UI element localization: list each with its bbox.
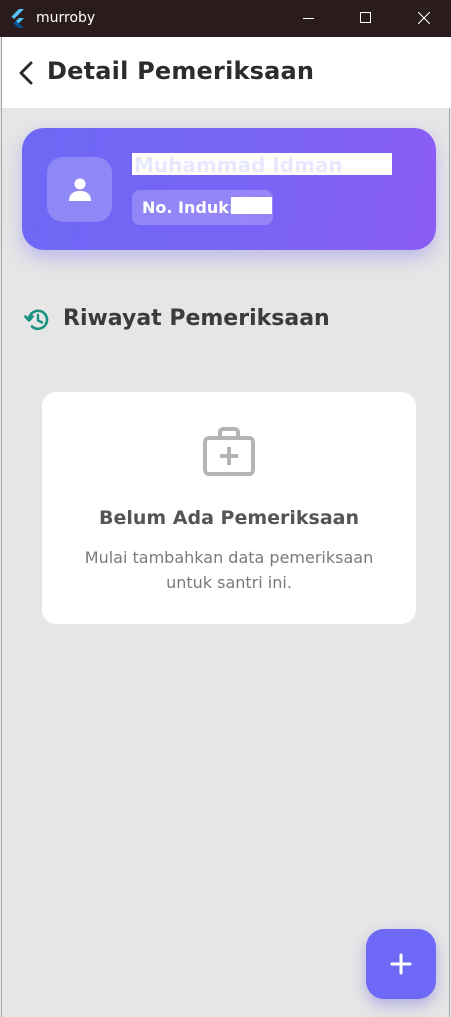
- close-button[interactable]: [401, 0, 447, 37]
- chevron-left-icon: [19, 61, 33, 85]
- back-button[interactable]: [12, 55, 44, 91]
- window-title: murroby: [36, 10, 96, 26]
- induk-badge: No. Induk:: [132, 190, 273, 225]
- student-profile-card: Muhammad Idman No. Induk:: [22, 128, 436, 250]
- close-icon: [418, 12, 430, 24]
- page-title: Detail Pemeriksaan: [47, 57, 315, 85]
- student-name-text: Muhammad Idman: [134, 153, 343, 175]
- app-content: Detail Pemeriksaan Muhammad Idman No. In…: [1, 37, 451, 1017]
- section-title: Riwayat Pemeriksaan: [63, 306, 330, 331]
- maximize-icon: [360, 12, 371, 23]
- app-bar: Detail Pemeriksaan: [2, 37, 451, 108]
- add-examination-button[interactable]: [366, 929, 436, 999]
- medical-kit-icon: [203, 427, 255, 476]
- student-name: Muhammad Idman: [132, 153, 392, 175]
- empty-state-description: Mulai tambahkan data pemeriksaan untuk s…: [84, 548, 374, 592]
- induk-label: No. Induk:: [142, 198, 236, 217]
- plus-icon: [390, 953, 412, 975]
- window-titlebar: murroby: [0, 0, 451, 37]
- induk-value-redacted: [231, 197, 272, 214]
- minimize-button[interactable]: [286, 0, 332, 37]
- maximize-button[interactable]: [343, 0, 389, 37]
- empty-state-title: Belum Ada Pemeriksaan: [98, 507, 360, 529]
- avatar: [47, 157, 112, 222]
- empty-state-card: Belum Ada Pemeriksaan Mulai tambahkan da…: [42, 392, 416, 624]
- flutter-logo-icon: [11, 9, 24, 28]
- history-icon: [24, 309, 49, 331]
- minimize-icon: [303, 18, 314, 19]
- person-icon: [69, 178, 91, 201]
